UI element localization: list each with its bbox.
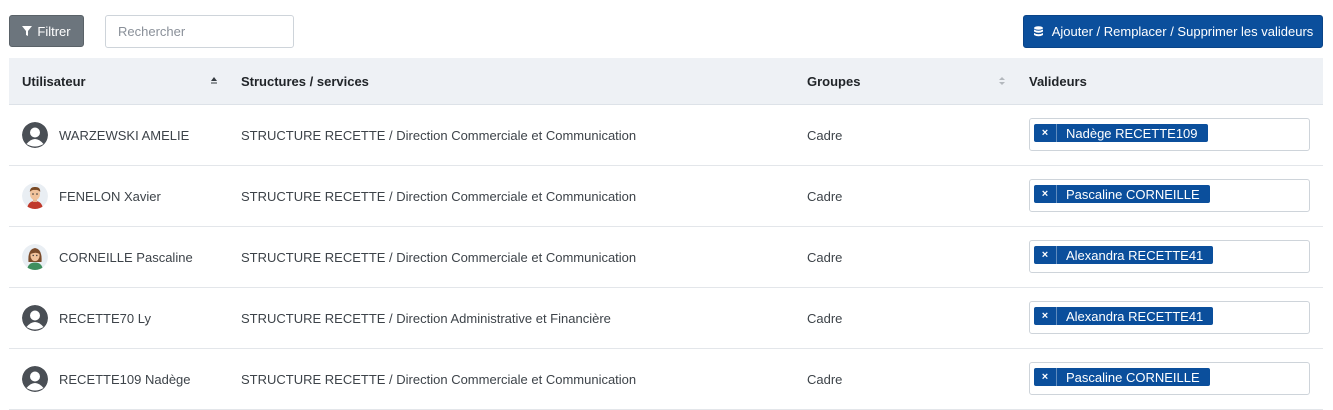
filter-icon [22,26,33,36]
woman-avatar-icon [22,244,48,270]
structure-name: STRUCTURE RECETTE / Direction Commercial… [241,127,637,143]
validator-tag: × Pascaline CORNEILLE [1034,368,1210,386]
structure-name: STRUCTURE RECETTE / Direction Commercial… [241,371,637,387]
user-name: FENELON Xavier [59,188,161,204]
user-name: CORNEILLE Pascaline [59,249,193,265]
sort-asc-icon[interactable] [210,76,218,86]
table-row: FENELON Xavier STRUCTURE RECETTE / Direct… [9,166,1323,227]
validator-select[interactable]: × Alexandra RECETTE41 [1029,240,1310,273]
validator-select[interactable]: × Pascaline CORNEILLE [1029,362,1310,395]
table-row: CORNEILLE Pascaline STRUCTURE RECETTE / D… [9,227,1323,288]
users-table: Utilisateur Structures / services Groupe… [9,58,1323,410]
validator-select[interactable]: × Nadège RECETTE109 [1029,118,1310,151]
column-header-label: Structures / services [241,73,369,89]
manage-validators-button[interactable]: Ajouter / Remplacer / Supprimer les vali… [1023,15,1323,48]
table-header: Utilisateur Structures / services Groupe… [9,58,1323,105]
validator-select[interactable]: × Pascaline CORNEILLE [1029,179,1310,212]
remove-validator-icon[interactable]: × [1034,368,1057,386]
table-row: WARZEWSKI AMELIE STRUCTURE RECETTE / Dire… [9,105,1323,166]
filter-button[interactable]: Filtrer [9,15,84,47]
table-body: WARZEWSKI AMELIE STRUCTURE RECETTE / Dire… [9,105,1323,410]
database-icon [1033,26,1043,37]
group-name: Cadre [807,371,843,387]
structure-name: STRUCTURE RECETTE / Direction Commercial… [241,188,637,204]
structure-name: STRUCTURE RECETTE / Direction Administra… [241,310,611,326]
column-header-label: Valideurs [1029,73,1087,89]
column-header-validators: Valideurs [1029,58,1087,104]
column-header-group[interactable]: Groupes [807,58,860,104]
validator-name: Alexandra RECETTE41 [1066,308,1204,324]
remove-validator-icon[interactable]: × [1034,246,1057,264]
validator-tag: × Nadège RECETTE109 [1034,124,1208,142]
default-avatar-icon [22,366,48,392]
structure-name: STRUCTURE RECETTE / Direction Commercial… [241,249,637,265]
table-row: RECETTE109 Nadège STRUCTURE RECETTE / Dir… [9,349,1323,410]
validator-tag: × Alexandra RECETTE41 [1034,246,1214,264]
remove-validator-icon[interactable]: × [1034,307,1057,325]
toolbar: Filtrer Ajouter / Remplacer / Supprimer … [0,0,1333,58]
group-name: Cadre [807,188,843,204]
man-avatar-icon [22,183,48,209]
column-header-structure: Structures / services [241,58,369,104]
sort-icon[interactable] [998,76,1006,86]
validator-name: Nadège RECETTE109 [1066,125,1198,141]
remove-validator-icon[interactable]: × [1034,185,1057,203]
default-avatar-icon [22,305,48,331]
remove-validator-icon[interactable]: × [1034,124,1057,142]
group-name: Cadre [807,127,843,143]
validator-tag: × Alexandra RECETTE41 [1034,307,1214,325]
column-header-label: Groupes [807,73,861,89]
user-name: WARZEWSKI AMELIE [59,127,190,143]
validator-name: Pascaline CORNEILLE [1066,186,1200,202]
validator-tag: × Pascaline CORNEILLE [1034,185,1210,203]
user-name: RECETTE70 Ly [59,310,151,326]
validator-name: Alexandra RECETTE41 [1066,247,1204,263]
user-name: RECETTE109 Nadège [59,371,191,387]
manage-validators-label: Ajouter / Remplacer / Supprimer les vali… [1051,24,1314,39]
column-header-user[interactable]: Utilisateur [22,58,86,104]
default-avatar-icon [22,122,48,148]
table-row: RECETTE70 Ly STRUCTURE RECETTE / Directio… [9,288,1323,349]
validator-select[interactable]: × Alexandra RECETTE41 [1029,301,1310,334]
validator-name: Pascaline CORNEILLE [1066,369,1200,385]
filter-button-label: Filtrer [37,23,71,39]
group-name: Cadre [807,310,843,326]
search-input[interactable] [105,15,294,48]
group-name: Cadre [807,249,843,265]
column-header-label: Utilisateur [22,73,86,89]
